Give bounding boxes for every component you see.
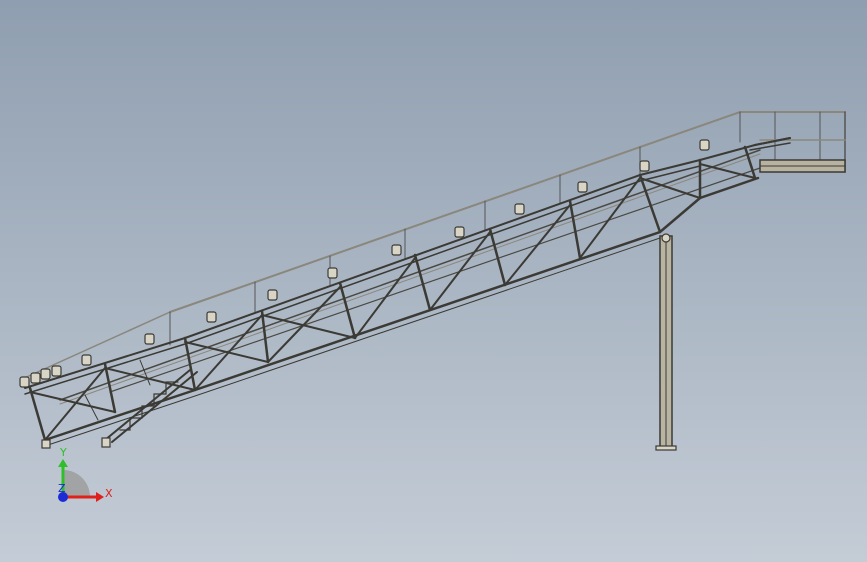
truss-diagonals <box>29 163 756 441</box>
support-column <box>655 233 677 451</box>
idlers <box>19 139 710 388</box>
y-axis-label: Y <box>59 446 67 459</box>
truss-verticals <box>28 145 757 442</box>
conveyor-truss-model[interactable] <box>19 111 846 451</box>
belt-line <box>59 149 761 405</box>
x-axis-arrowhead-icon <box>96 492 104 502</box>
model-canvas[interactable]: X Y Z <box>0 0 867 562</box>
z-axis-label: Z <box>58 482 66 495</box>
x-axis-label: X <box>105 487 113 500</box>
head-platform <box>749 137 846 173</box>
tail-supports <box>41 437 111 449</box>
upper-chord <box>24 137 791 395</box>
triad-plane-icon <box>63 470 90 497</box>
cad-viewport[interactable]: X Y Z <box>0 0 867 562</box>
handrail <box>19 111 846 381</box>
y-axis-arrowhead-icon <box>58 459 68 467</box>
coordinate-triad[interactable]: X Y Z <box>58 446 113 502</box>
